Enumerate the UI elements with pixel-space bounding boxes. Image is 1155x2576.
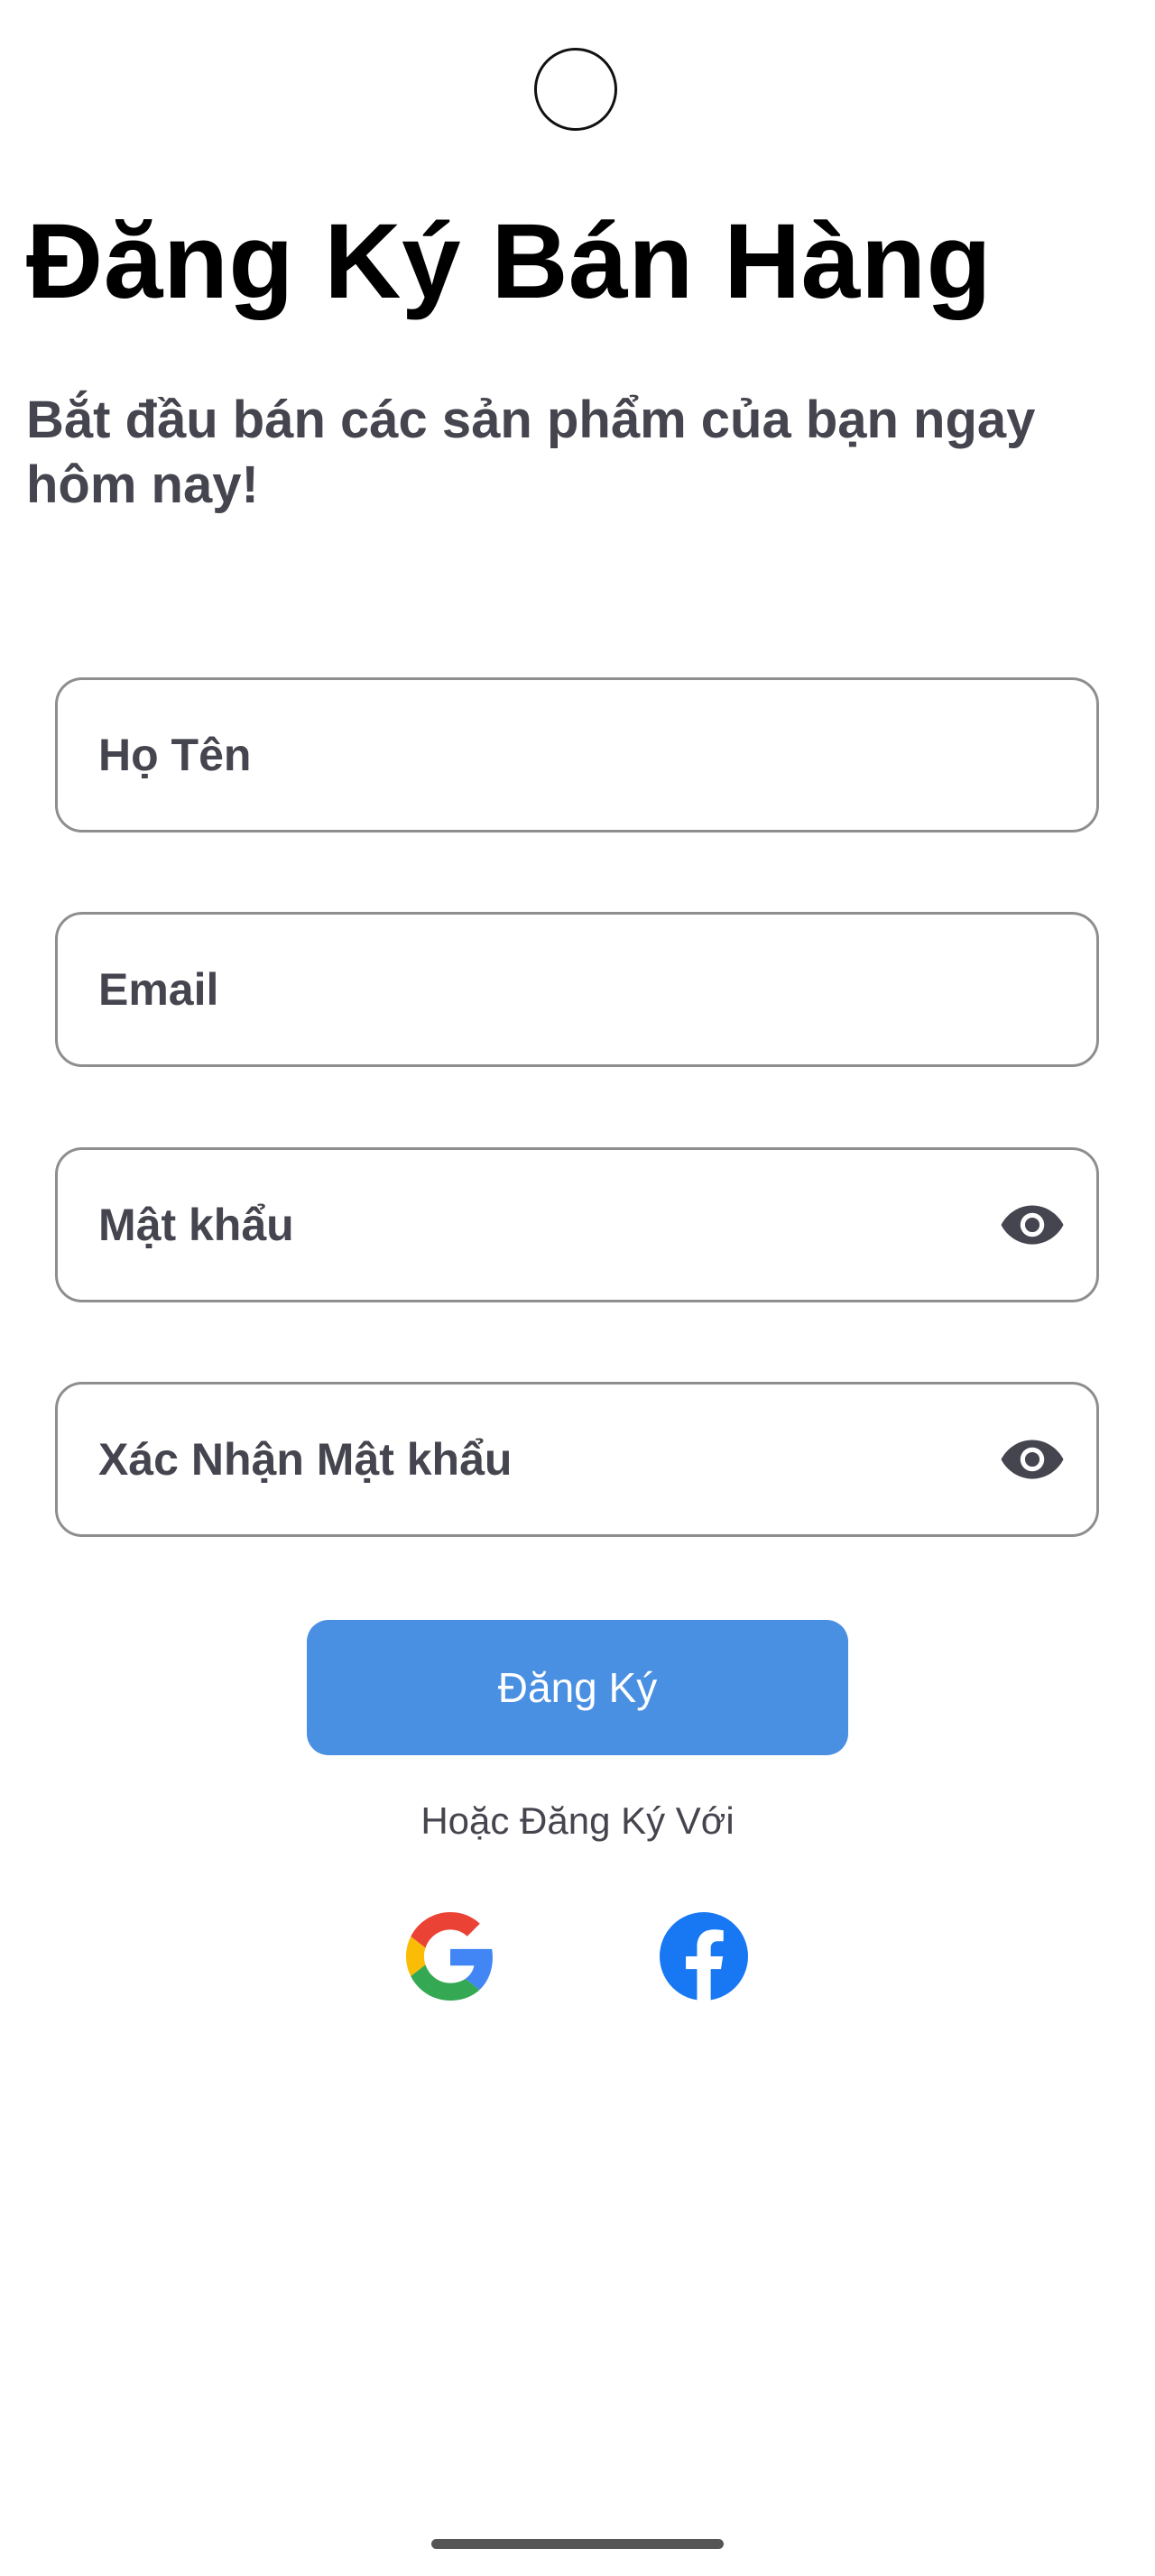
- camera-cutout: [534, 48, 617, 131]
- full-name-field[interactable]: Họ Tên: [55, 677, 1099, 833]
- password-placeholder: Mật khẩu: [98, 1200, 294, 1250]
- confirm-password-placeholder: Xác Nhận Mật khẩu: [98, 1434, 513, 1485]
- home-indicator: [431, 2539, 724, 2549]
- confirm-password-field[interactable]: Xác Nhận Mật khẩu: [55, 1382, 1099, 1537]
- eye-icon[interactable]: [1001, 1204, 1064, 1246]
- google-icon[interactable]: [406, 1912, 494, 2001]
- page-title: Đăng Ký Bán Hàng: [26, 202, 993, 321]
- social-divider-text: Hoặc Đăng Ký Với: [420, 1799, 735, 1842]
- email-placeholder: Email: [98, 964, 219, 1015]
- email-field[interactable]: Email: [55, 912, 1099, 1067]
- password-field[interactable]: Mật khẩu: [55, 1147, 1099, 1302]
- full-name-placeholder: Họ Tên: [98, 730, 252, 780]
- eye-icon[interactable]: [1001, 1439, 1064, 1480]
- facebook-icon[interactable]: [660, 1912, 748, 2001]
- signup-button[interactable]: Đăng Ký: [307, 1620, 848, 1755]
- signup-screen: Đăng Ký Bán Hàng Bắt đầu bán các sản phẩ…: [0, 0, 1155, 2576]
- page-subtitle: Bắt đầu bán các sản phẩm của bạn ngay hô…: [26, 391, 1036, 514]
